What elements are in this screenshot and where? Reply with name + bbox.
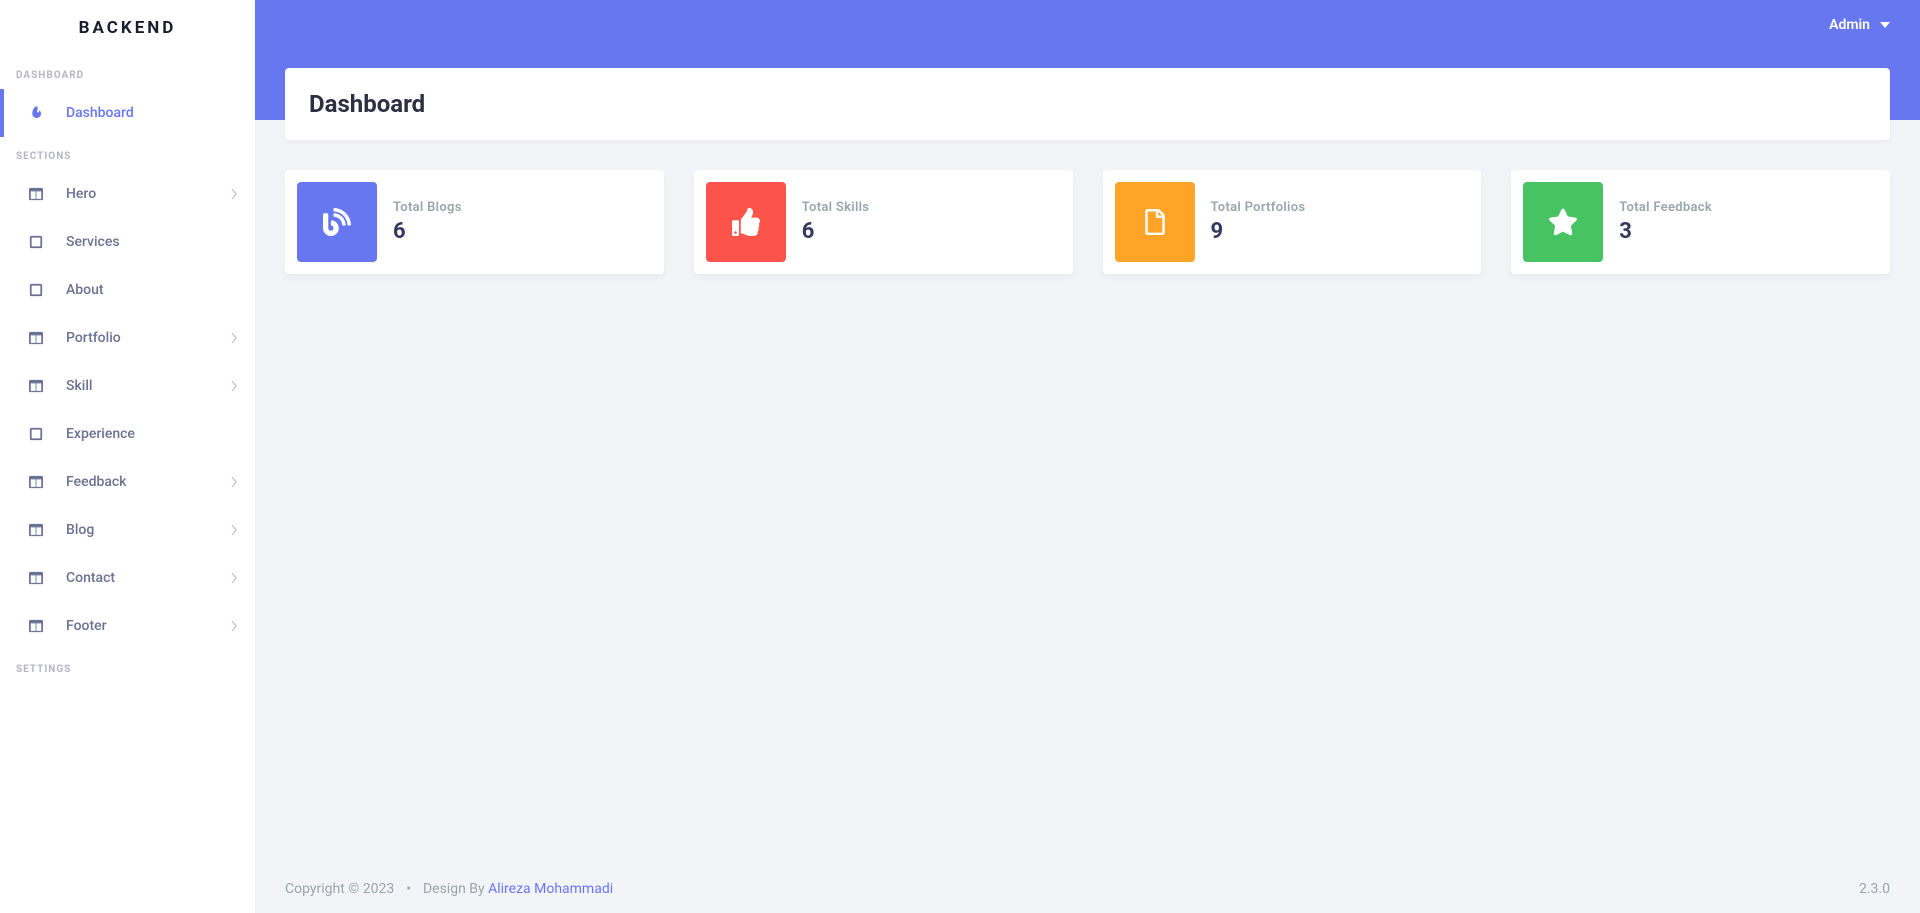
- sidebar-item-experience[interactable]: Experience: [0, 410, 255, 458]
- caret-down-icon: [1880, 22, 1890, 28]
- card-info: Total Skills 6: [786, 200, 886, 244]
- chevron-right-icon: [229, 573, 239, 583]
- card-label: Total Portfolios: [1211, 200, 1306, 215]
- square-icon: [28, 426, 44, 442]
- footer-copyright: Copyright © 2023: [285, 881, 394, 897]
- chevron-right-icon: [229, 381, 239, 391]
- card-total-feedback: Total Feedback 3: [1511, 170, 1890, 274]
- sidebar-item-label: Hero: [66, 186, 229, 202]
- sidebar-item-label: Portfolio: [66, 330, 229, 346]
- sidebar: BACKEND DASHBOARD Dashboard SECTIONS Hero Se…: [0, 0, 255, 913]
- sidebar-heading: SETTINGS: [0, 650, 255, 683]
- sidebar-item-label: Blog: [66, 522, 229, 538]
- sidebar-item-skill[interactable]: Skill: [0, 362, 255, 410]
- sidebar-item-dashboard[interactable]: Dashboard: [0, 89, 255, 137]
- card-label: Total Blogs: [393, 200, 462, 215]
- card-total-blogs: Total Blogs 6: [285, 170, 664, 274]
- sidebar-item-label: Experience: [66, 426, 239, 442]
- card-value: 6: [802, 219, 870, 244]
- square-icon: [28, 282, 44, 298]
- card-info: Total Portfolios 9: [1195, 200, 1322, 244]
- sidebar-item-portfolio[interactable]: Portfolio: [0, 314, 255, 362]
- chevron-right-icon: [229, 621, 239, 631]
- chevron-right-icon: [229, 525, 239, 535]
- columns-icon: [28, 618, 44, 634]
- sidebar-item-about[interactable]: About: [0, 266, 255, 314]
- card-total-skills: Total Skills 6: [694, 170, 1073, 274]
- star-icon: [1523, 182, 1603, 262]
- square-icon: [28, 234, 44, 250]
- columns-icon: [28, 474, 44, 490]
- sidebar-item-contact[interactable]: Contact: [0, 554, 255, 602]
- sidebar-item-hero[interactable]: Hero: [0, 170, 255, 218]
- fire-icon: [28, 105, 44, 121]
- stats-cards: Total Blogs 6 Total Skills 6 Total Portfolio…: [255, 140, 1920, 304]
- sidebar-item-label: Services: [66, 234, 239, 250]
- sidebar-item-label: About: [66, 282, 239, 298]
- chevron-right-icon: [229, 477, 239, 487]
- sidebar-item-label: Contact: [66, 570, 229, 586]
- sidebar-heading: DASHBOARD: [0, 56, 255, 89]
- user-menu[interactable]: Admin: [1829, 17, 1890, 33]
- sidebar-item-label: Dashboard: [66, 105, 239, 121]
- sidebar-nav: DASHBOARD Dashboard SECTIONS Hero Services Ab…: [0, 56, 255, 683]
- thumbs-up-icon: [706, 182, 786, 262]
- footer-design-prefix: Design By: [423, 881, 488, 897]
- sidebar-item-feedback[interactable]: Feedback: [0, 458, 255, 506]
- sidebar-item-label: Feedback: [66, 474, 229, 490]
- sidebar-heading: SECTIONS: [0, 137, 255, 170]
- blog-icon: [297, 182, 377, 262]
- card-label: Total Feedback: [1619, 200, 1712, 215]
- chevron-right-icon: [229, 333, 239, 343]
- file-icon: [1115, 182, 1195, 262]
- card-info: Total Feedback 3: [1603, 200, 1728, 244]
- separator-dot: •: [406, 881, 411, 897]
- sidebar-item-footer[interactable]: Footer: [0, 602, 255, 650]
- columns-icon: [28, 570, 44, 586]
- columns-icon: [28, 186, 44, 202]
- columns-icon: [28, 522, 44, 538]
- sidebar-item-label: Footer: [66, 618, 229, 634]
- columns-icon: [28, 378, 44, 394]
- footer-designer-link[interactable]: Alireza Mohammadi: [488, 881, 613, 897]
- card-info: Total Blogs 6: [377, 200, 478, 244]
- sidebar-item-blog[interactable]: Blog: [0, 506, 255, 554]
- page-title: Dashboard: [309, 90, 1866, 118]
- chevron-right-icon: [229, 189, 239, 199]
- footer-version: 2.3.0: [1859, 881, 1890, 897]
- sidebar-item-services[interactable]: Services: [0, 218, 255, 266]
- user-label: Admin: [1829, 17, 1870, 33]
- brand-logo[interactable]: BACKEND: [0, 0, 255, 56]
- card-total-portfolios: Total Portfolios 9: [1103, 170, 1482, 274]
- topbar: Admin: [255, 0, 1920, 50]
- footer: Copyright © 2023 • Design By Alireza Moh…: [255, 865, 1920, 913]
- card-value: 9: [1211, 219, 1306, 244]
- sidebar-item-label: Skill: [66, 378, 229, 394]
- columns-icon: [28, 330, 44, 346]
- page-header: Dashboard: [285, 68, 1890, 140]
- card-value: 6: [393, 219, 462, 244]
- card-value: 3: [1619, 219, 1712, 244]
- card-label: Total Skills: [802, 200, 870, 215]
- main-content: Admin Dashboard Total Blogs6Total Skills…: [255, 0, 1920, 913]
